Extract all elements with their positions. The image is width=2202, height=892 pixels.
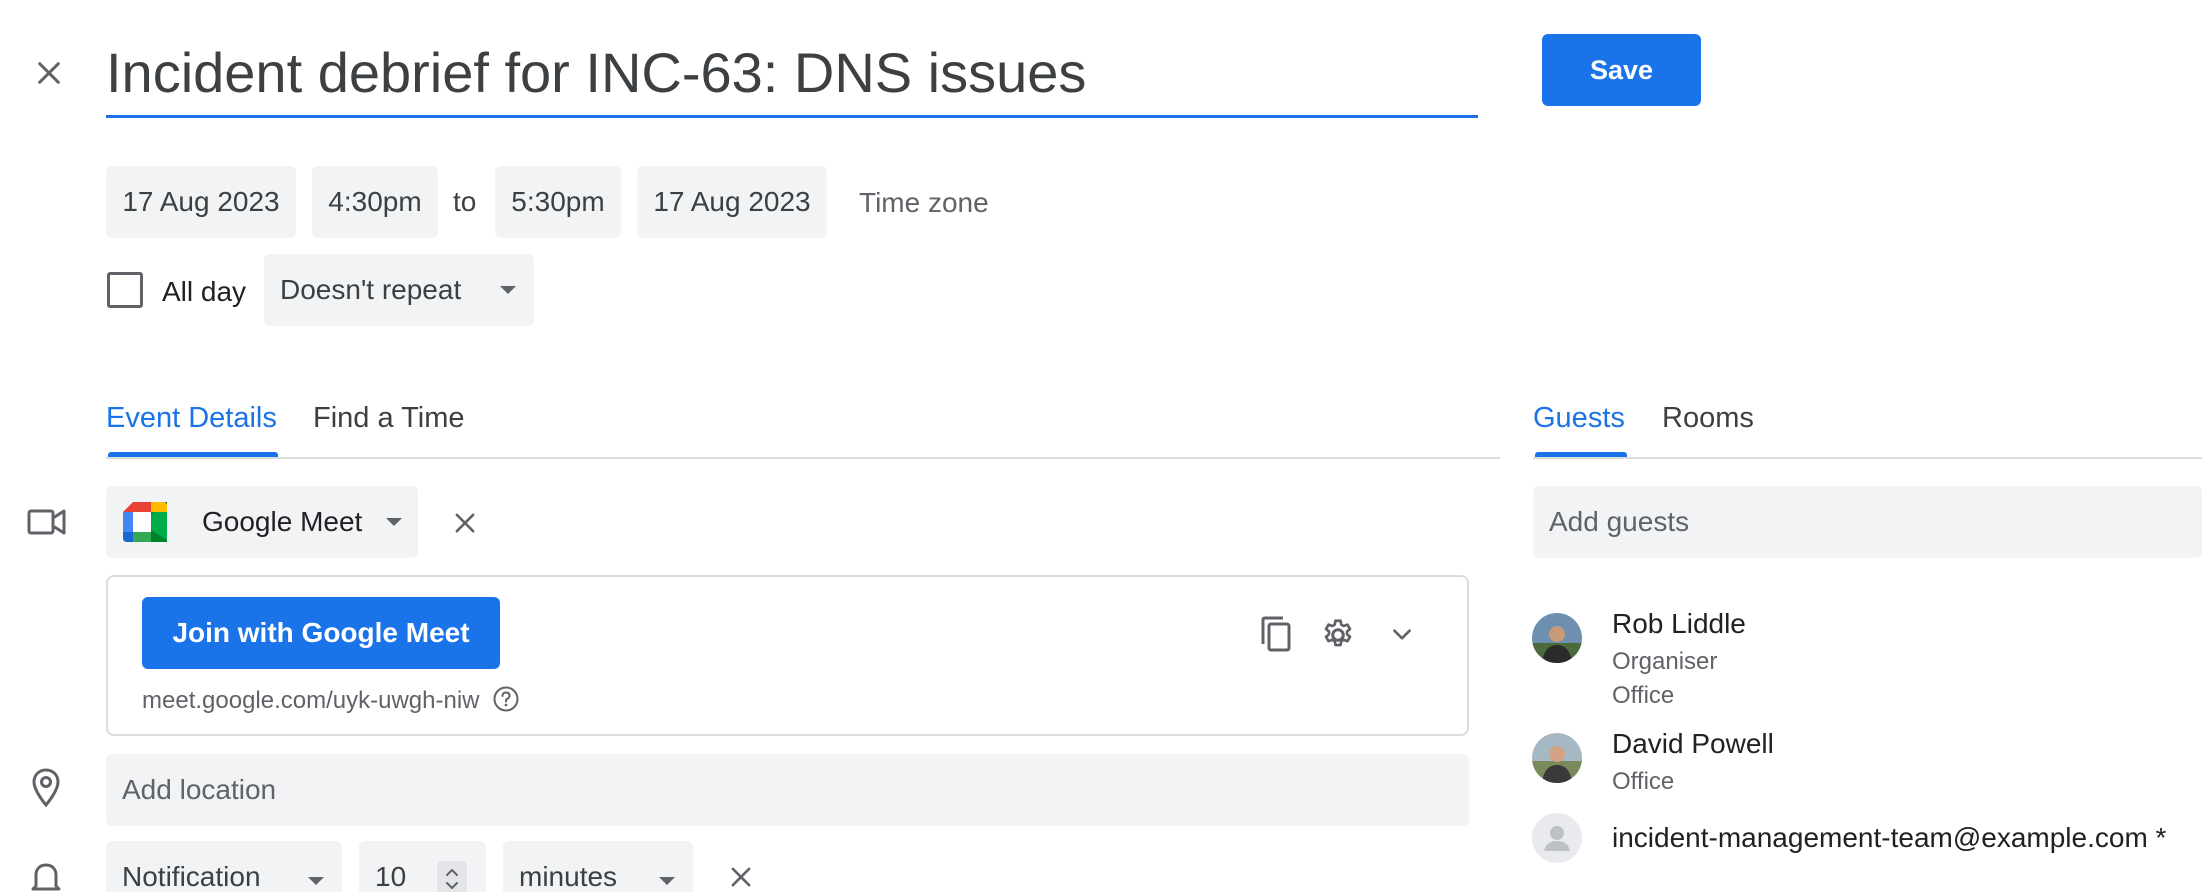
- remove-notification-icon[interactable]: [722, 858, 760, 892]
- location-placeholder: Add location: [122, 774, 277, 805]
- conference-provider-label: Google Meet: [202, 506, 363, 537]
- chevron-down-icon: [308, 877, 324, 885]
- add-guests-input[interactable]: Add guests: [1533, 486, 2202, 558]
- tab-find-a-time-label: Find a Time: [313, 402, 465, 434]
- tab-guests[interactable]: Guests: [1533, 402, 1625, 435]
- join-meet-label: Join with Google Meet: [172, 617, 470, 648]
- meet-link[interactable]: meet.google.com/uyk-uwgh-niw: [142, 687, 480, 715]
- stepper-arrows-icon[interactable]: [437, 861, 467, 892]
- tabs-divider-right: [1533, 457, 2202, 459]
- conference-provider-dropdown[interactable]: Google Meet: [106, 486, 418, 558]
- guest-name: incident-management-team@example.com *: [1612, 822, 2167, 853]
- all-day-label: All day: [162, 276, 247, 307]
- avatar: [1532, 613, 1582, 663]
- chevron-down-icon: [386, 518, 402, 526]
- timezone-button[interactable]: Time zone: [859, 187, 989, 219]
- notification-type-value: Notification: [122, 861, 261, 892]
- chevron-down-icon: [500, 286, 516, 294]
- start-date-chip[interactable]: 17 Aug 2023: [106, 166, 296, 238]
- notification-amount-value: 10: [375, 861, 407, 892]
- avatar: [1532, 733, 1582, 783]
- avatar: [1532, 813, 1582, 863]
- video-camera-icon: [27, 505, 67, 544]
- end-date-chip[interactable]: 17 Aug 2023: [637, 166, 827, 238]
- start-date-label: 17 Aug 2023: [122, 186, 280, 217]
- meet-details-card: Join with Google Meet meet.google.com/uy…: [106, 575, 1469, 736]
- start-time-label: 4:30pm: [328, 186, 422, 217]
- guest-role: Organiser: [1612, 648, 1718, 675]
- save-button-label: Save: [1589, 54, 1654, 85]
- guest-location: Office: [1612, 682, 1675, 709]
- guest-location: Office: [1612, 768, 1675, 795]
- join-meet-button[interactable]: Join with Google Meet: [142, 597, 500, 669]
- chevron-down-icon[interactable]: [1382, 615, 1422, 655]
- repeat-value: Doesn't repeat: [280, 274, 462, 305]
- location-pin-icon: [30, 767, 62, 814]
- save-button[interactable]: Save: [1542, 34, 1701, 106]
- tab-event-details[interactable]: Event Details: [106, 402, 277, 435]
- bell-icon: [30, 858, 62, 892]
- guest-name: Rob Liddle: [1612, 608, 1746, 639]
- gear-icon[interactable]: [1318, 615, 1358, 655]
- guest-name: David Powell: [1612, 728, 1774, 759]
- to-label: to: [453, 186, 477, 217]
- event-title-input[interactable]: Incident debrief for INC-63: DNS issues: [106, 36, 1478, 118]
- chevron-down-icon: [659, 877, 675, 885]
- all-day-checkbox[interactable]: [107, 272, 143, 308]
- tab-guests-label: Guests: [1533, 402, 1625, 434]
- end-time-label: 5:30pm: [511, 186, 605, 217]
- notification-unit-dropdown[interactable]: minutes: [503, 841, 693, 892]
- start-time-chip[interactable]: 4:30pm: [312, 166, 438, 238]
- tabs-divider-left: [106, 457, 1500, 459]
- help-icon[interactable]: [492, 685, 520, 718]
- tab-find-a-time[interactable]: Find a Time: [313, 402, 465, 435]
- google-meet-logo-icon: [123, 502, 167, 549]
- copy-icon[interactable]: [1256, 615, 1296, 655]
- repeat-dropdown[interactable]: Doesn't repeat: [264, 254, 534, 326]
- remove-conference-icon[interactable]: [446, 504, 484, 542]
- location-input[interactable]: Add location: [106, 754, 1469, 826]
- end-time-chip[interactable]: 5:30pm: [495, 166, 621, 238]
- event-title-text: Incident debrief for INC-63: DNS issues: [106, 41, 1087, 104]
- tab-event-details-label: Event Details: [106, 402, 277, 434]
- tab-rooms-label: Rooms: [1662, 402, 1754, 434]
- notification-unit-value: minutes: [519, 861, 618, 892]
- notification-amount-stepper[interactable]: 10: [359, 841, 486, 892]
- close-icon[interactable]: [26, 50, 72, 96]
- end-date-label: 17 Aug 2023: [653, 186, 811, 217]
- tab-rooms[interactable]: Rooms: [1662, 402, 1754, 435]
- notification-type-dropdown[interactable]: Notification: [106, 841, 342, 892]
- add-guests-placeholder: Add guests: [1549, 506, 1690, 537]
